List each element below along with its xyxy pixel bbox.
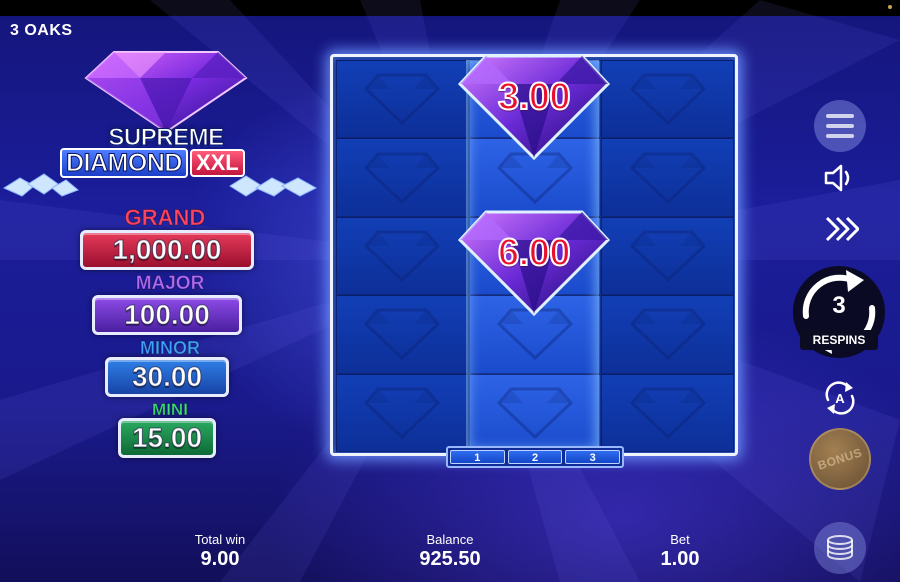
jackpot-minor-value: 30.00 xyxy=(105,357,229,397)
turbo-button[interactable] xyxy=(820,210,860,248)
diamond-placeholder-icon xyxy=(496,308,573,361)
reel-tab-1: 1 xyxy=(450,450,505,464)
diamond-placeholder-icon xyxy=(629,152,706,204)
diamond-placeholder-icon xyxy=(364,230,441,282)
reel-cell xyxy=(336,138,469,217)
diamond-placeholder-icon xyxy=(496,387,573,439)
logo-diamond-icon xyxy=(84,51,248,134)
diamond-placeholder-icon xyxy=(364,73,441,126)
autoplay-letter: A xyxy=(835,391,845,406)
total-win-value: 9.00 xyxy=(200,548,240,570)
respins-count: 3 xyxy=(832,292,846,319)
diamond-placeholder-icon xyxy=(629,308,706,361)
diamond-placeholder-icon xyxy=(629,73,706,126)
bet-button[interactable] xyxy=(814,522,866,574)
bet-value: 1.00 xyxy=(660,548,700,570)
reel-cell xyxy=(336,216,469,296)
menu-button[interactable] xyxy=(814,100,866,152)
diamond-placeholder-icon xyxy=(629,387,706,439)
balance-value: 925.50 xyxy=(419,548,481,570)
menu-icon xyxy=(826,111,854,141)
reel-cell xyxy=(601,138,734,217)
diamond-placeholder-icon xyxy=(364,308,441,361)
reel-cell xyxy=(601,216,734,296)
bonus-buy-button[interactable]: BONUS xyxy=(809,428,871,490)
reel-cell xyxy=(601,60,734,139)
status-dot xyxy=(888,5,892,9)
coin-stack-icon xyxy=(827,535,853,560)
speaker-icon xyxy=(824,164,850,192)
top-bar xyxy=(0,0,900,16)
diamond-placeholder-icon xyxy=(364,387,441,439)
jackpot-minor-label: MINOR xyxy=(140,338,201,359)
reel-tab-2: 2 xyxy=(507,450,563,464)
diamond-symbol: 6.00 xyxy=(458,206,610,316)
jackpot-mini-value: 15.00 xyxy=(118,418,216,458)
reel-cell xyxy=(601,373,734,452)
diamond-placeholder-icon xyxy=(364,152,441,204)
diamond-placeholder-icon xyxy=(629,230,706,282)
autoplay-button[interactable]: A xyxy=(820,378,860,418)
diamond-value: 3.00 xyxy=(497,75,571,119)
reel-cell xyxy=(601,295,734,374)
bet-stat: Bet 1.00 xyxy=(640,532,720,571)
respins-label: RESPINS xyxy=(800,330,878,350)
reel-cell xyxy=(336,373,469,452)
jackpot-grand-label: GRAND xyxy=(124,205,206,231)
reel-cell xyxy=(468,373,602,452)
diamond-symbol: 3.00 xyxy=(458,50,610,160)
reel-tab-3: 3 xyxy=(565,450,621,464)
spin-respins-button[interactable]: 3 RESPINS xyxy=(786,266,892,362)
game-logo: SUPREME DIAMOND XXL xyxy=(0,42,330,202)
total-win-label: Total win xyxy=(194,532,246,547)
jackpot-major-label: MAJOR xyxy=(135,273,205,295)
diamond-value: 6.00 xyxy=(497,231,571,275)
provider-brand: 3 OAKS xyxy=(10,22,73,39)
game-stage: 3 OAKS SUPREME DIAMOND XXL GRAND 1,000.0… xyxy=(0,0,900,582)
bet-label: Bet xyxy=(670,532,690,547)
jackpot-grand-value: 1,000.00 xyxy=(80,230,254,270)
fast-forward-icon xyxy=(825,216,859,242)
reel-indicator: 1 2 3 xyxy=(446,446,624,468)
balance-label: Balance xyxy=(426,532,474,547)
balance-stat: Balance 925.50 xyxy=(400,532,500,571)
sound-button[interactable] xyxy=(820,160,860,196)
reel-cell xyxy=(336,295,469,374)
total-win-stat: Total win 9.00 xyxy=(180,532,260,571)
jackpot-major-value: 100.00 xyxy=(92,295,242,335)
autoplay-icon: A xyxy=(825,381,855,415)
logo-ice-icon xyxy=(2,173,318,197)
jackpot-mini-label: MINI xyxy=(152,400,189,420)
reel-cell xyxy=(336,60,469,139)
bonus-label: BONUS xyxy=(816,445,864,473)
